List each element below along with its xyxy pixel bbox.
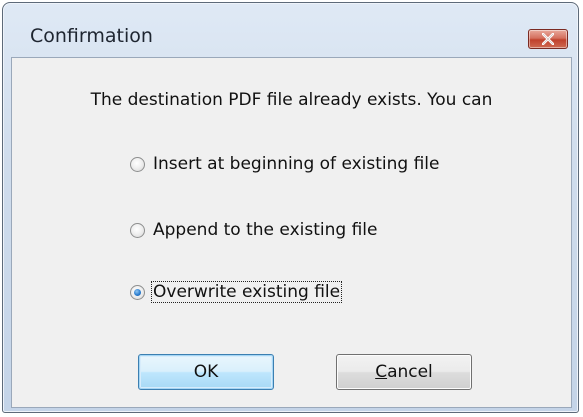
window-title: Confirmation: [30, 25, 153, 47]
option-insert-at-beginning[interactable]: Insert at beginning of existing file: [130, 153, 441, 175]
radio-label[interactable]: Insert at beginning of existing file: [152, 154, 441, 174]
cancel-button[interactable]: Cancel: [336, 354, 472, 390]
radio-button[interactable]: [130, 156, 145, 172]
ok-button[interactable]: OK: [138, 354, 274, 390]
radio-button[interactable]: [130, 222, 145, 238]
dialog-body: The destination PDF file already exists.…: [11, 57, 572, 408]
confirmation-dialog: Confirmation The destination PDF file al…: [2, 2, 579, 413]
cancel-accelerator: C: [375, 362, 388, 382]
radio-button-selected[interactable]: [130, 284, 145, 300]
option-append[interactable]: Append to the existing file: [130, 219, 378, 241]
close-button[interactable]: [528, 29, 568, 49]
radio-label[interactable]: Overwrite existing file: [150, 281, 343, 303]
radio-label[interactable]: Append to the existing file: [152, 220, 378, 240]
option-overwrite[interactable]: Overwrite existing file: [130, 281, 343, 303]
title-bar[interactable]: Confirmation: [3, 3, 578, 49]
close-icon: [542, 33, 554, 45]
cancel-label-rest: ancel: [387, 362, 433, 382]
dialog-message: The destination PDF file already exists.…: [90, 90, 493, 110]
